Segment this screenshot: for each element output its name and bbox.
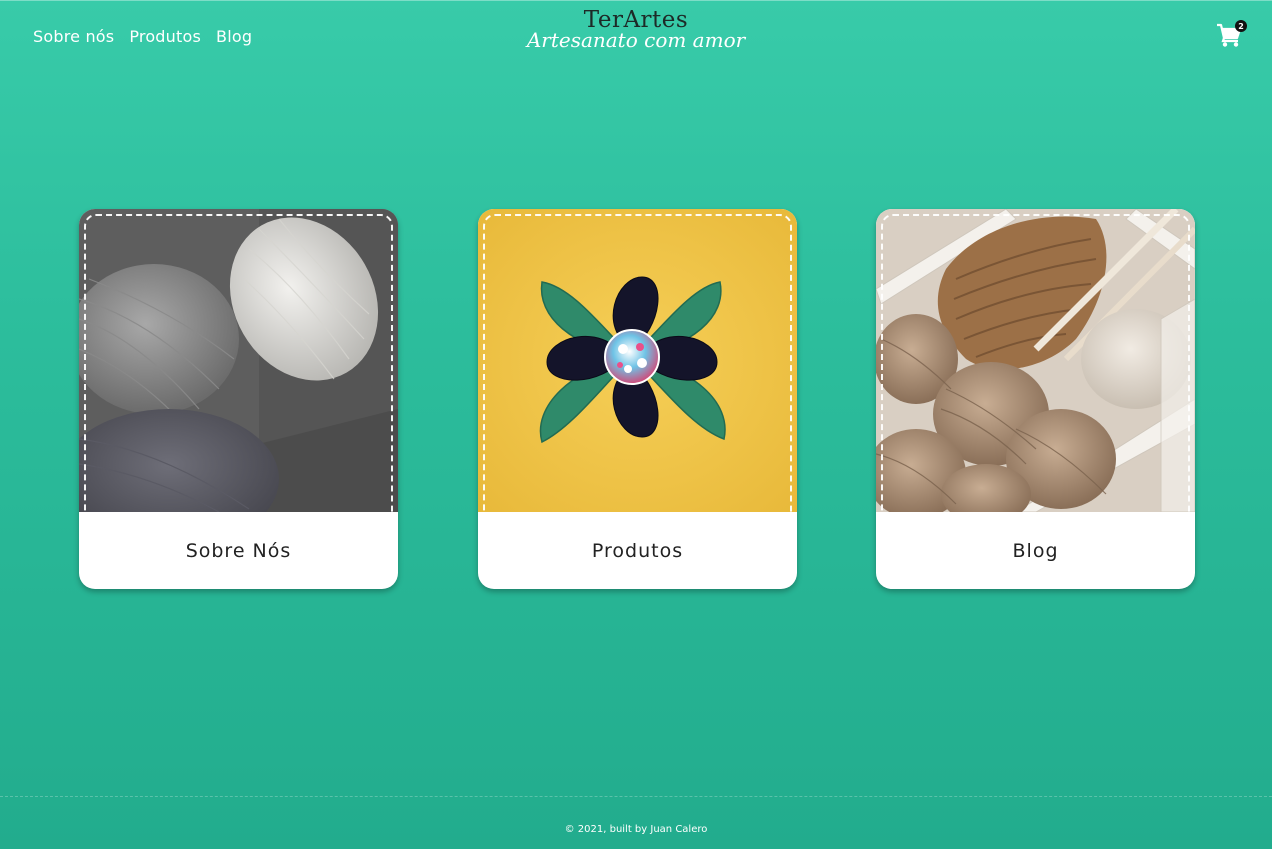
yarn-balls-image bbox=[79, 209, 398, 512]
top-border bbox=[0, 0, 1272, 1]
fabric-flower-image bbox=[478, 209, 797, 512]
brand-logo[interactable]: TerArtes Artesanato com amor bbox=[486, 6, 786, 50]
brand-tagline: Artesanato com amor bbox=[526, 28, 746, 52]
knitting-basket-image bbox=[876, 209, 1195, 512]
card-produtos[interactable]: Produtos bbox=[478, 209, 797, 589]
nav-link-produtos[interactable]: Produtos bbox=[129, 27, 201, 46]
card-label: Produtos bbox=[591, 539, 684, 562]
cart-count-badge: 2 bbox=[1235, 20, 1247, 32]
card-label: Blog bbox=[1012, 539, 1059, 562]
footer-divider bbox=[0, 796, 1272, 797]
nav-link-blog[interactable]: Blog bbox=[216, 27, 252, 46]
card-sobre-nos[interactable]: Sobre Nós bbox=[79, 209, 398, 589]
nav-link-sobre-nos[interactable]: Sobre nós bbox=[33, 27, 114, 46]
card-label: Sobre Nós bbox=[185, 539, 292, 562]
footer-copyright: © 2021, built by Juan Calero bbox=[564, 824, 708, 835]
main-nav: Sobre nós Produtos Blog bbox=[33, 27, 252, 46]
cart-button[interactable]: 2 bbox=[1216, 20, 1248, 50]
card-blog[interactable]: Blog bbox=[876, 209, 1195, 589]
